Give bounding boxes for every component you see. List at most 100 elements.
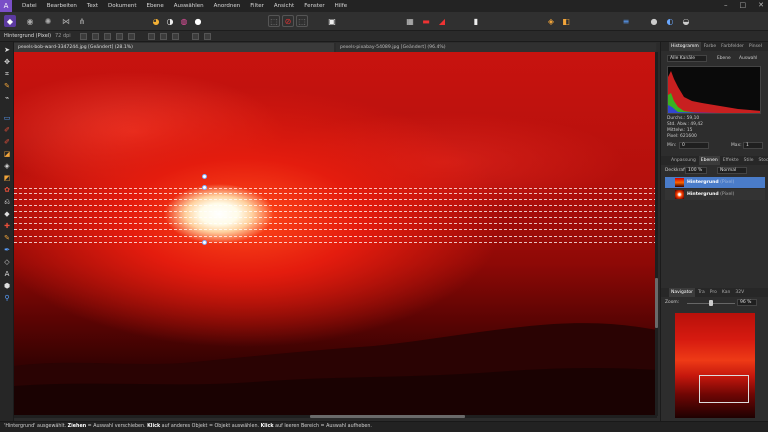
tab-histogram[interactable]: Histogramm (669, 42, 701, 51)
shape-tool-icon[interactable]: ⬢ (3, 282, 11, 290)
quick-mask-icon[interactable]: ⊘ (282, 15, 294, 27)
align-bottom-button[interactable] (172, 33, 179, 40)
arrange-icon[interactable]: ◈ (545, 15, 557, 27)
horizontal-scroll-thumb[interactable] (310, 415, 465, 418)
node-tool-icon[interactable]: ◇ (3, 258, 11, 266)
move-tool-icon[interactable]: ➤ (3, 46, 11, 54)
close-button[interactable]: ✕ (758, 1, 764, 9)
tab-effects[interactable]: Effekte (721, 156, 741, 165)
tab-channels[interactable]: Kan (720, 288, 732, 297)
tab-navigator[interactable]: Navigator (669, 288, 696, 297)
tab-adjustment[interactable]: Anpassung (669, 156, 698, 165)
tab-document-2[interactable]: pexels-pixabay-54089.jpg [Geändert] (96.… (336, 43, 656, 52)
blur-tool-icon[interactable]: ◆ (3, 210, 11, 218)
dodge-tool-icon[interactable]: ✿ (3, 186, 11, 194)
auto-levels-icon[interactable]: ◕ (150, 15, 162, 27)
layer-row[interactable]: Hintergrund (Pixel) (665, 189, 765, 200)
paint-brush-icon[interactable]: ✐ (3, 126, 11, 134)
auto-white-balance-icon[interactable]: ● (192, 15, 204, 27)
red-eye-tool-icon[interactable]: ✚ (3, 222, 11, 230)
view-tool-icon[interactable]: ✥ (3, 58, 11, 66)
show-transform-checkbox[interactable] (92, 33, 99, 40)
option-layer[interactable]: Ebene (717, 56, 731, 61)
liquify-persona-icon[interactable]: ◉ (24, 15, 36, 27)
selection-mode-icon[interactable]: ⬚ (268, 15, 280, 27)
vertical-scrollbar[interactable] (655, 52, 658, 416)
refine-selection-icon[interactable]: ⬚ (296, 15, 308, 27)
flood-fill-icon[interactable]: ◈ (3, 162, 11, 170)
menu-ansicht[interactable]: Ansicht (274, 3, 294, 9)
order-icon[interactable]: ◧ (560, 15, 572, 27)
snap-checkbox[interactable] (104, 33, 111, 40)
tab-32bit[interactable]: 32V (733, 288, 746, 297)
tab-document-1[interactable]: pexels-bob-ward-3347244.jpg [Geändert] (… (14, 43, 334, 52)
marquee-tool-icon[interactable]: ▭ (3, 114, 11, 122)
max-input[interactable]: 1 (743, 142, 763, 149)
menu-fenster[interactable]: Fenster (304, 3, 324, 9)
snapping-icon[interactable]: ▮ (470, 15, 482, 27)
crop-tool-icon[interactable]: ⌗ (3, 70, 11, 78)
min-input[interactable]: 0 (679, 142, 709, 149)
boolean-subtract-icon[interactable]: ◐ (664, 15, 676, 27)
menu-auswaehlen[interactable]: Auswählen (174, 3, 204, 9)
align-left-button[interactable] (116, 33, 123, 40)
top-transform-handle[interactable] (202, 185, 207, 190)
maximize-button[interactable]: □ (740, 1, 747, 9)
minimize-button[interactable]: – (724, 1, 728, 9)
zoom-tool-icon[interactable]: ⚲ (3, 294, 11, 302)
tab-brushes[interactable]: Pinsel (747, 42, 764, 51)
tab-layers[interactable]: Ebenen (698, 156, 720, 165)
tab-swatches[interactable]: Farbfelder (719, 42, 746, 51)
color-picker-icon[interactable]: ◢ (436, 15, 448, 27)
rotation-handle[interactable] (202, 174, 207, 179)
export-persona-icon[interactable]: ⋔ (76, 15, 88, 27)
menu-filter[interactable]: Filter (250, 3, 264, 9)
menu-ebene[interactable]: Ebene (147, 3, 164, 9)
align-icon[interactable]: ≡ (620, 15, 632, 27)
photo-persona-icon[interactable]: ◆ (4, 15, 16, 27)
vertical-scroll-thumb[interactable] (655, 278, 658, 328)
channel-select[interactable]: Alle Kanäle (667, 55, 707, 62)
menu-bearbeiten[interactable]: Bearbeiten (47, 3, 77, 9)
layer-row-selected[interactable]: Hintergrund (Pixel) (665, 177, 765, 188)
image-canvas[interactable] (14, 52, 657, 416)
text-tool-icon[interactable]: A (3, 270, 11, 278)
tab-history[interactable]: Pro (708, 288, 719, 297)
menu-hilfe[interactable]: Hilfe (335, 3, 348, 9)
tab-color[interactable]: Farbe (702, 42, 718, 51)
distribute-h-button[interactable] (192, 33, 199, 40)
tab-transform[interactable]: Tra (696, 288, 707, 297)
erase-tool-icon[interactable]: ◪ (3, 150, 11, 158)
navigator-preview[interactable] (675, 313, 755, 418)
blend-mode-select[interactable]: Normal (717, 167, 747, 174)
boolean-intersect-icon[interactable]: ◒ (680, 15, 692, 27)
flood-select-icon[interactable]: ⌁ (3, 94, 11, 102)
color-replace-icon[interactable]: ✐ (3, 138, 11, 146)
menu-datei[interactable]: Datei (22, 3, 37, 9)
align-center-button[interactable] (128, 33, 135, 40)
mirror-icon[interactable]: ▦ (404, 15, 416, 27)
opacity-input[interactable]: 100 % (685, 167, 707, 174)
auto-colors-icon[interactable]: ◍ (178, 15, 190, 27)
auto-contrast-icon[interactable]: ◑ (164, 15, 176, 27)
assistant-icon[interactable]: ▣ (326, 15, 338, 27)
bottom-transform-handle[interactable] (202, 240, 207, 245)
tab-styles[interactable]: Stile (742, 156, 756, 165)
clone-tool-icon[interactable]: ⎌ (3, 198, 11, 206)
zoom-input[interactable]: 96 % (737, 299, 757, 306)
menu-dokument[interactable]: Dokument (108, 3, 137, 9)
align-top-button[interactable] (148, 33, 155, 40)
gradient-tool-icon[interactable]: ◩ (3, 174, 11, 182)
tone-mapping-persona-icon[interactable]: ⋈ (60, 15, 72, 27)
healing-brush-icon[interactable]: ✎ (3, 234, 11, 242)
distribute-v-button[interactable] (204, 33, 211, 40)
transform-origin-checkbox[interactable] (80, 33, 87, 40)
option-selection[interactable]: Auswahl (739, 56, 757, 61)
align-middle-button[interactable] (160, 33, 167, 40)
split-view-icon[interactable]: ▬ (420, 15, 432, 27)
app-logo[interactable]: A (0, 0, 12, 12)
pen-tool-icon[interactable]: ✒ (3, 246, 11, 254)
boolean-add-icon[interactable]: ● (648, 15, 660, 27)
develop-persona-icon[interactable]: ✺ (42, 15, 54, 27)
tab-stock[interactable]: Stock (757, 156, 768, 165)
